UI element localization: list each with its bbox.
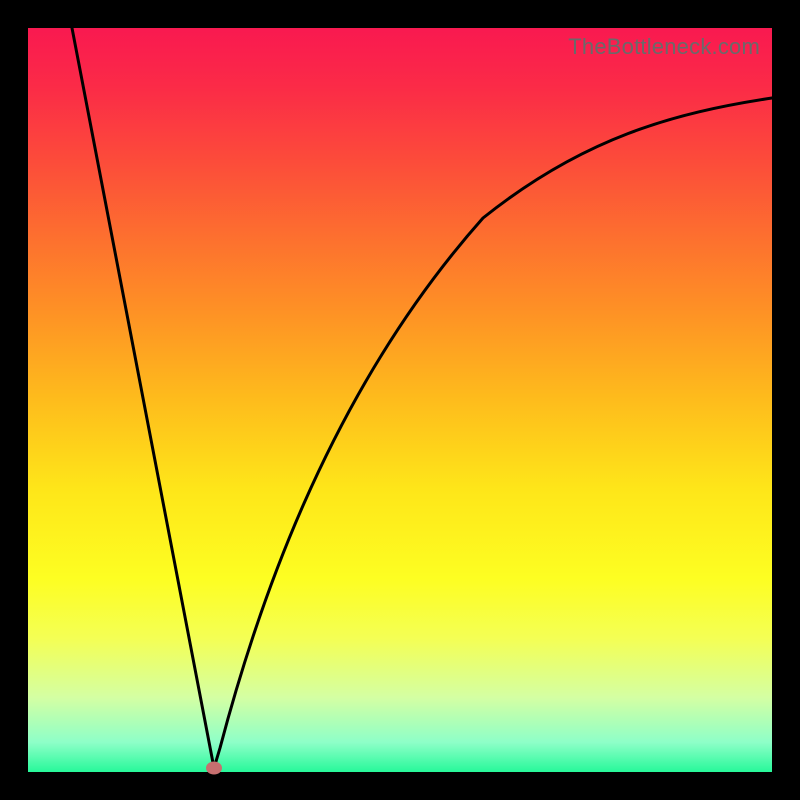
plot-area: TheBottleneck.com (28, 28, 772, 772)
curve-path (72, 28, 772, 768)
bottleneck-curve (28, 28, 772, 772)
chart-frame: TheBottleneck.com (0, 0, 800, 800)
optimal-point-marker (206, 762, 222, 775)
